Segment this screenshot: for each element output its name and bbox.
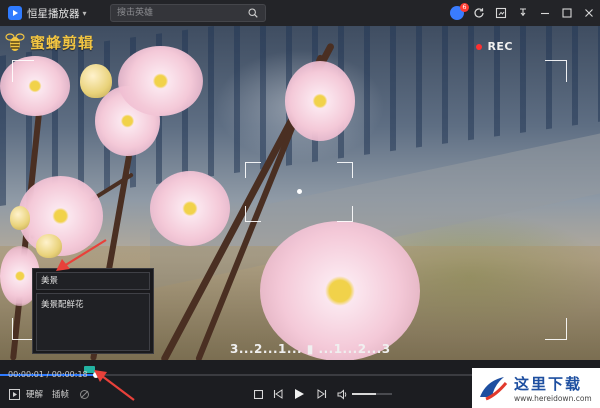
next-icon[interactable] <box>316 387 328 401</box>
volume-slider[interactable] <box>352 387 392 401</box>
search-icon[interactable] <box>248 8 258 18</box>
video-brand-logo: 蜜蜂剪辑 <box>4 28 94 56</box>
blossom <box>0 56 70 116</box>
search-box <box>110 4 266 22</box>
refresh-icon[interactable] <box>468 0 490 26</box>
blossom <box>150 171 230 246</box>
watermark-title: 这里下载 <box>514 375 583 393</box>
frame-corner <box>12 318 34 340</box>
user-avatar[interactable]: 6 <box>446 0 469 26</box>
app-title[interactable]: 恒星播放器 <box>27 6 80 21</box>
play-icon[interactable] <box>292 387 306 401</box>
annotation-arrow-icon <box>94 370 135 401</box>
playback-time: 00:00:01 / 00:00:18 <box>8 370 88 379</box>
avatar: 6 <box>450 3 469 20</box>
subtitle-line-2[interactable]: 美景配鲜花 <box>36 293 150 351</box>
focus-corner <box>337 206 353 222</box>
playlist-icon[interactable] <box>8 387 20 401</box>
watermark-url: www.hereidown.com <box>514 394 592 403</box>
maximize-icon[interactable] <box>556 0 578 26</box>
blossom-bud <box>80 64 112 98</box>
annotation-arrow-icon <box>56 239 107 271</box>
blossom <box>118 46 203 116</box>
player-window: 恒星播放器 ▾ 6 <box>0 0 600 408</box>
focus-corner <box>337 162 353 178</box>
hardware-decode-button[interactable]: 硬解 <box>26 387 43 401</box>
close-icon[interactable] <box>578 0 600 26</box>
app-logo-icon <box>8 6 22 20</box>
focus-corner <box>245 206 261 222</box>
watermark-text: 这里下载 www.hereidown.com <box>514 373 592 403</box>
frame-interpolation-button[interactable]: 插帧 <box>52 387 69 401</box>
subtitle-panel: 美景 美景配鲜花 <box>32 268 154 354</box>
site-watermark: 这里下载 www.hereidown.com <box>472 368 600 408</box>
frame-corner <box>545 318 567 340</box>
3d-icon[interactable] <box>78 387 90 401</box>
focus-corner <box>245 162 261 178</box>
volume-icon[interactable] <box>336 387 348 401</box>
site-logo-icon <box>480 377 508 401</box>
stop-icon[interactable] <box>252 387 264 401</box>
rec-label: REC <box>487 40 513 53</box>
video-brand-text: 蜜蜂剪辑 <box>30 33 95 52</box>
search-input[interactable] <box>117 6 239 20</box>
screenshot-icon[interactable] <box>490 0 512 26</box>
frame-corner <box>12 60 34 82</box>
video-canvas[interactable]: 蜜蜂剪辑 REC 3...2...1... ▮ ...1...2...3 美景 … <box>0 26 600 360</box>
countdown-text: 3...2...1... ▮ ...1...2...3 <box>230 342 391 356</box>
frame-corner <box>545 60 567 82</box>
blossom <box>285 61 355 141</box>
subtitle-line-1[interactable]: 美景 <box>36 272 150 290</box>
chevron-down-icon[interactable]: ▾ <box>83 9 87 18</box>
pin-icon[interactable] <box>512 0 534 26</box>
blossom <box>260 221 420 360</box>
window-controls: 6 <box>446 0 600 26</box>
previous-icon[interactable] <box>272 387 284 401</box>
focus-point <box>297 189 302 194</box>
bee-icon <box>5 33 25 51</box>
rec-dot-icon <box>476 43 483 50</box>
rec-indicator: REC <box>476 40 513 53</box>
blossom-bud <box>10 206 30 230</box>
minimize-icon[interactable] <box>534 0 556 26</box>
title-bar: 恒星播放器 ▾ 6 <box>0 0 600 26</box>
